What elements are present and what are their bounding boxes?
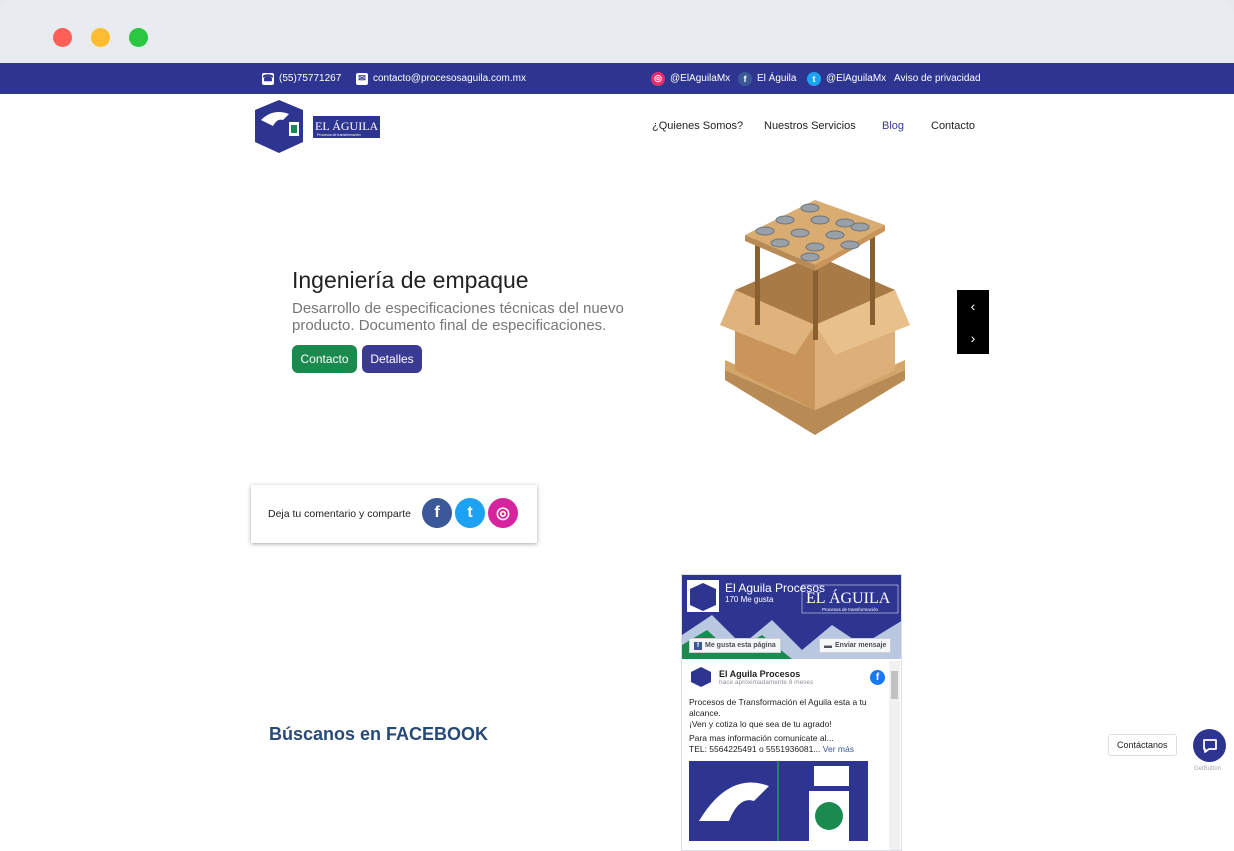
- hero-title: Ingeniería de empaque: [292, 267, 529, 293]
- privacy-link[interactable]: Aviso de privacidad: [894, 63, 981, 94]
- instagram-link[interactable]: ◎ @ElAguilaMx: [651, 63, 730, 94]
- phone-link[interactable]: ☎ (55)75771267: [262, 63, 341, 94]
- packaging-box-image: [720, 200, 910, 435]
- fb-like-icon: f: [694, 641, 702, 650]
- eagle-logo-icon: EL ÁGUILA Procesos de transformación: [255, 100, 380, 153]
- facebook-icon: f: [738, 71, 752, 86]
- phone-icon: ☎: [262, 72, 274, 85]
- fb-post-author[interactable]: El Aguila Procesos: [719, 669, 864, 679]
- contact-widget-button[interactable]: [1193, 729, 1226, 762]
- browser-window: ☎ (55)75771267 ✉ contacto@procesosaguila…: [0, 0, 1234, 851]
- email-link[interactable]: ✉ contacto@procesosaguila.com.mx: [356, 63, 526, 94]
- fb-post-avatar: [689, 665, 713, 689]
- fb-widget-scroll-thumb[interactable]: [891, 671, 898, 699]
- nav-contacto[interactable]: Contacto: [931, 120, 975, 132]
- getbutton-brand[interactable]: GetButton: [1194, 766, 1221, 772]
- fb-post-line4: TEL: 5564225491 o 5551936081...: [689, 744, 821, 754]
- facebook-link[interactable]: f El Águila: [738, 63, 796, 94]
- fb-likes-count: 170 Me gusta: [725, 595, 774, 604]
- fb-post-line1: Procesos de Transformación el Aguila est…: [689, 697, 867, 718]
- svg-text:Procesos de transformación: Procesos de transformación: [822, 607, 879, 612]
- close-window-button[interactable]: [53, 28, 72, 47]
- mail-icon: ✉: [356, 72, 368, 85]
- fb-cover: EL ÁGUILA Procesos de transformación El …: [682, 575, 901, 659]
- fb-post-line2: ¡Ven y cotiza lo que sea de tu agrado!: [689, 719, 832, 729]
- email-text: contacto@procesosaguila.com.mx: [373, 73, 526, 84]
- contact-widget-label[interactable]: Contáctanos: [1108, 734, 1177, 756]
- nav-servicios[interactable]: Nuestros Servicios: [764, 120, 856, 132]
- hero-details-button[interactable]: Detalles: [362, 345, 422, 373]
- instagram-share-icon[interactable]: ◎: [488, 498, 518, 528]
- message-icon: ▬: [824, 641, 832, 650]
- fb-send-message-button[interactable]: ▬ Enviar mensaje: [819, 638, 892, 653]
- phone-text: (55)75771267: [279, 73, 342, 84]
- twitter-text: @ElAguilaMx: [826, 73, 887, 84]
- twitter-share-icon[interactable]: t: [455, 498, 485, 528]
- facebook-text: El Águila: [757, 73, 797, 84]
- facebook-logo-icon: f: [870, 669, 885, 685]
- maximize-window-button[interactable]: [129, 28, 148, 47]
- nav-blog[interactable]: Blog: [882, 120, 904, 132]
- minimize-window-button[interactable]: [91, 28, 110, 47]
- site-header: EL ÁGUILA Procesos de transformación ¿Qu…: [0, 94, 1234, 160]
- share-text: Deja tu comentario y comparte: [268, 508, 411, 520]
- twitter-icon: t: [807, 71, 821, 86]
- top-contact-bar: ☎ (55)75771267 ✉ contacto@procesosaguila…: [0, 63, 1234, 94]
- facebook-page-widget: EL ÁGUILA Procesos de transformación El …: [681, 574, 902, 851]
- fb-widget-scrollbar[interactable]: [889, 661, 900, 850]
- facebook-heading: Búscanos en FACEBOOK: [269, 724, 489, 744]
- carousel-next-button[interactable]: ›: [957, 322, 989, 354]
- window-chrome: [0, 0, 1234, 63]
- carousel-prev-button[interactable]: ‹: [957, 290, 989, 322]
- instagram-text: @ElAguilaMx: [670, 73, 731, 84]
- hero-subtitle: Desarrollo de especificaciones técnicas …: [292, 300, 624, 334]
- fb-page-name[interactable]: El Aguila Procesos: [725, 581, 825, 595]
- fb-post-time[interactable]: hace aproximadamente 8 meses: [719, 679, 864, 686]
- nav-quienes-somos[interactable]: ¿Quienes Somos?: [652, 120, 743, 132]
- hero-contact-button[interactable]: Contacto: [292, 345, 357, 373]
- fb-post-image: [689, 761, 868, 841]
- fb-see-more-link[interactable]: Ver más: [823, 744, 854, 754]
- instagram-icon: ◎: [651, 71, 665, 86]
- fb-post-line3: Para mas información comunicate al...: [689, 733, 834, 743]
- facebook-share-icon[interactable]: f: [422, 498, 452, 528]
- site-logo[interactable]: EL ÁGUILA Procesos de transformación: [253, 98, 383, 153]
- chat-icon: [1202, 738, 1217, 753]
- fb-post: El Aguila Procesos hace aproximadamente …: [689, 665, 885, 843]
- share-box: Deja tu comentario y comparte f t ◎: [251, 485, 537, 543]
- twitter-link[interactable]: t @ElAguilaMx: [807, 63, 886, 94]
- privacy-text: Aviso de privacidad: [894, 73, 981, 84]
- svg-text:EL ÁGUILA: EL ÁGUILA: [315, 119, 379, 133]
- svg-text:Procesos de transformación: Procesos de transformación: [317, 133, 361, 137]
- fb-like-page-button[interactable]: f Me gusta esta página: [689, 638, 781, 653]
